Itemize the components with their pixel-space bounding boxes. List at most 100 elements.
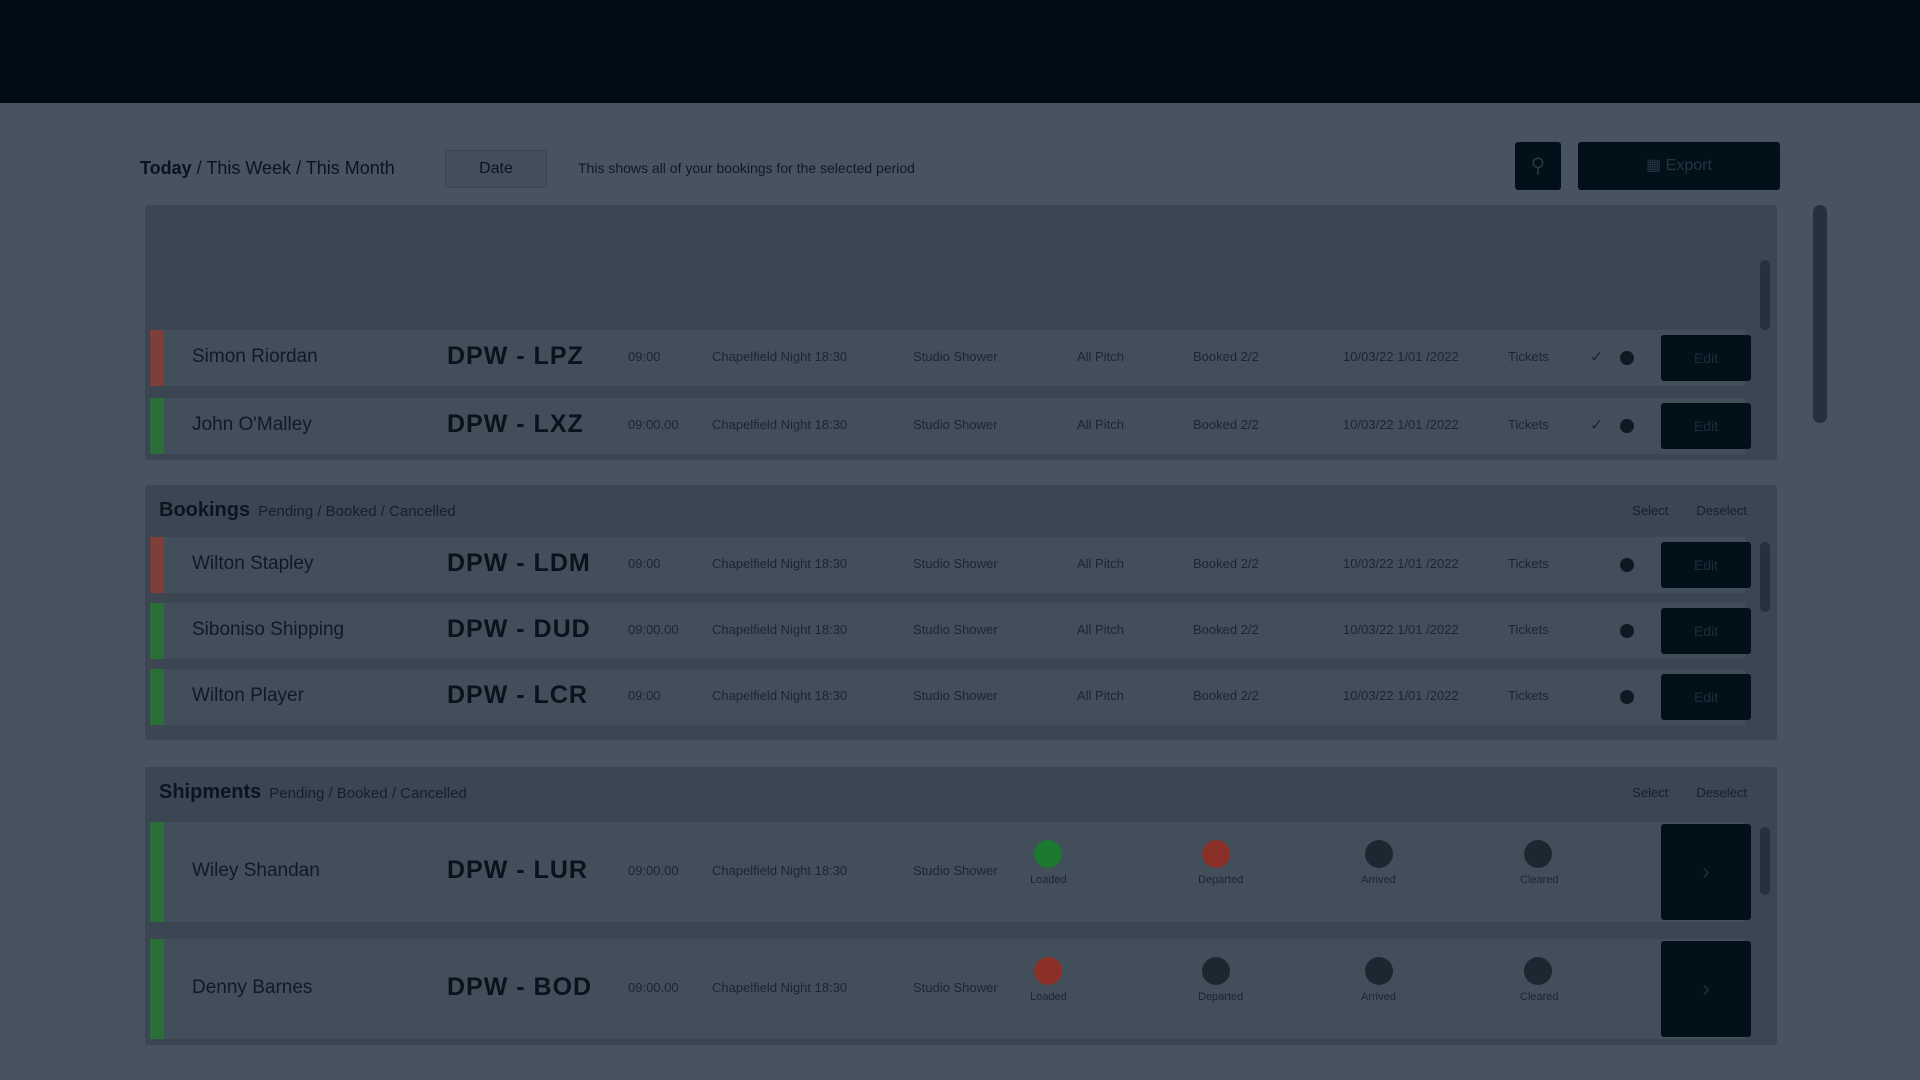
stage-status-icon	[1524, 840, 1552, 868]
location-value: Chapelfield Night 18:30	[712, 979, 848, 995]
section-links: Select Deselect	[1604, 785, 1747, 800]
info-icon[interactable]	[1620, 419, 1634, 433]
range-today-tab[interactable]: Today	[140, 158, 192, 178]
booking-code: DPW - LPZ	[447, 342, 584, 370]
expand-button[interactable]: ›	[1661, 824, 1751, 920]
section-title-text: Shipments	[159, 781, 262, 803]
location-value: Chapelfield Night 18:30	[712, 862, 848, 878]
location-value: Chapelfield Night 18:30	[712, 348, 848, 364]
section-subtitle: Pending / Booked / Cancelled	[258, 503, 456, 520]
range-month-tab[interactable]: This Month	[306, 158, 395, 178]
edit-button[interactable]: Edit	[1661, 608, 1751, 654]
section-scrollbar[interactable]	[1760, 260, 1770, 330]
page-scrollbar[interactable]	[1813, 205, 1827, 423]
pitch-value: All Pitch	[1077, 555, 1124, 571]
status-indicator	[150, 398, 164, 454]
booking-row[interactable]: Wilton Stapley DPW - LDM 09:00 Chapelfield …	[150, 537, 1751, 593]
shipment-row[interactable]: Wiley Shandan DPW - LUR 09:00.00 Chapelfiel…	[150, 822, 1751, 922]
customer-name: Wiley Shandan	[192, 860, 320, 881]
toolbar: Today / This Week / This Month Date This…	[140, 142, 1780, 190]
date-range-tabs: Today / This Week / This Month	[140, 158, 395, 178]
check-icon: ✓	[1590, 417, 1604, 434]
range-week-tab[interactable]: This Week	[206, 158, 291, 178]
stage-label: Loaded	[1030, 991, 1067, 1003]
section-link-deselect[interactable]: Deselect	[1696, 503, 1747, 518]
info-icon[interactable]	[1620, 690, 1634, 704]
customer-name: John O'Malley	[192, 414, 312, 435]
stage-label: Arrived	[1361, 991, 1396, 1003]
booking-row[interactable]: Simon Riordan DPW - LPZ 09:00 Chapelfield N…	[150, 330, 1751, 386]
location-value: Chapelfield Night 18:30	[712, 621, 848, 637]
stage-status-icon	[1524, 957, 1552, 985]
section-panel: Bookings Pending / Booked / Cancelled Sele…	[145, 485, 1777, 740]
booking-row[interactable]: Wilton Player DPW - LCR 09:00 Chapelfield N…	[150, 669, 1751, 725]
venue-value: Studio Shower	[913, 348, 998, 364]
booked-count: Booked 2/2	[1193, 348, 1259, 364]
shipment-row[interactable]: Denny Barnes DPW - BOD 09:00.00 Chapelfield…	[150, 939, 1751, 1039]
date-picker[interactable]: Date	[445, 150, 547, 188]
info-icon[interactable]	[1620, 558, 1634, 572]
status-indicator	[150, 939, 164, 1039]
section-header: Bookings Pending / Booked / Cancelled Sele…	[145, 485, 1777, 537]
status-indicator	[150, 603, 164, 659]
section-links: Select Deselect	[1604, 503, 1747, 518]
section-scrollbar[interactable]	[1760, 542, 1770, 612]
customer-name: Simon Riordan	[192, 346, 318, 367]
booked-count: Booked 2/2	[1193, 555, 1259, 571]
status-indicator	[150, 669, 164, 725]
location-value: Chapelfield Night 18:30	[712, 687, 848, 703]
time-value: 09:00.00	[628, 979, 679, 995]
search-icon: ⚲	[1530, 155, 1546, 177]
customer-name: Denny Barnes	[192, 977, 313, 998]
stage-label: Loaded	[1030, 874, 1067, 886]
edit-button[interactable]: Edit	[1661, 335, 1751, 381]
venue-value: Studio Shower	[913, 687, 998, 703]
time-value: 09:00.00	[628, 416, 679, 432]
export-button[interactable]: ▦ Export	[1578, 142, 1780, 190]
section-panel: Simon Riordan DPW - LPZ 09:00 Chapelfield N…	[145, 205, 1777, 460]
section-title: Shipments Pending / Booked / Cancelled	[159, 781, 467, 804]
time-value: 09:00	[628, 555, 661, 571]
check-icon: ✓	[1590, 349, 1604, 366]
info-icon[interactable]	[1620, 351, 1634, 365]
time-value: 09:00	[628, 348, 661, 364]
date-range-value: 10/03/22 1/01 /2022	[1343, 621, 1459, 637]
customer-name: Wilton Player	[192, 685, 304, 706]
stage-status-icon	[1202, 840, 1230, 868]
location-value: Chapelfield Night 18:30	[712, 555, 848, 571]
booked-count: Booked 2/2	[1193, 621, 1259, 637]
section-link-select[interactable]: Select	[1632, 785, 1668, 800]
edit-button[interactable]: Edit	[1661, 542, 1751, 588]
pitch-value: All Pitch	[1077, 687, 1124, 703]
section-link-select[interactable]: Select	[1632, 503, 1668, 518]
booking-row[interactable]: Siboniso Shipping DPW - DUD 09:00.00 Chapel…	[150, 603, 1751, 659]
venue-value: Studio Shower	[913, 979, 998, 995]
booking-code: DPW - BOD	[447, 973, 593, 1001]
booking-row[interactable]: John O'Malley DPW - LXZ 09:00.00 Chapelfiel…	[150, 398, 1751, 454]
calendar-icon: ▦	[1646, 157, 1662, 174]
edit-button[interactable]: Edit	[1661, 674, 1751, 720]
edit-button[interactable]: Edit	[1661, 403, 1751, 449]
section-link-deselect[interactable]: Deselect	[1696, 785, 1747, 800]
expand-button[interactable]: ›	[1661, 941, 1751, 1037]
stage-status-icon	[1202, 957, 1230, 985]
export-label: Export	[1665, 157, 1712, 174]
customer-name: Siboniso Shipping	[192, 619, 345, 640]
section-panel: Shipments Pending / Booked / Cancelled Sel…	[145, 767, 1777, 1045]
date-range-value: 10/03/22 1/01 /2022	[1343, 555, 1459, 571]
info-icon[interactable]	[1620, 624, 1634, 638]
stage-label: Cleared	[1520, 991, 1559, 1003]
section-subtitle: Pending / Booked / Cancelled	[269, 785, 467, 802]
booking-code: DPW - DUD	[447, 615, 591, 643]
location-value: Chapelfield Night 18:30	[712, 416, 848, 432]
stage-label: Departed	[1198, 874, 1244, 886]
stage-status-icon	[1365, 840, 1393, 868]
booking-code: DPW - LXZ	[447, 410, 584, 438]
section-scrollbar[interactable]	[1760, 827, 1770, 895]
stage-status-icon	[1365, 957, 1393, 985]
section-title-text: Bookings	[159, 499, 251, 521]
time-value: 09:00	[628, 687, 661, 703]
stage-label: Arrived	[1361, 874, 1396, 886]
customer-name: Wilton Stapley	[192, 553, 314, 574]
search-button[interactable]: ⚲	[1515, 142, 1561, 190]
